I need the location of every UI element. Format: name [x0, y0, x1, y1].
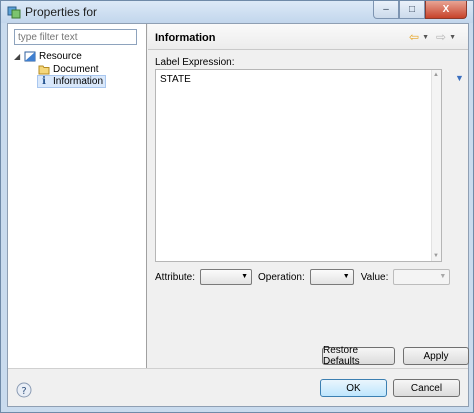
preference-tree-pane: ◢ Resource Document i Information [8, 24, 147, 368]
value-combo[interactable]: ▼ [393, 269, 451, 285]
property-page: Information ⇦ ▼ ⇨ ▼ Label Expression: ST… [148, 24, 469, 368]
svg-text:?: ? [21, 386, 26, 397]
tree-item-resource[interactable]: ◢ Resource [14, 50, 82, 63]
back-arrow-icon[interactable]: ⇦ [409, 31, 419, 43]
label-expression-value: STATE [160, 74, 191, 85]
cancel-button[interactable]: Cancel [393, 379, 460, 397]
attribute-filter-row: Attribute: ▼ Operation: ▼ Value: ▼ [155, 268, 451, 286]
minimize-button[interactable]: – [373, 1, 399, 19]
tree-item-information[interactable]: i Information [37, 75, 107, 88]
chevron-down-icon: ▼ [241, 273, 249, 280]
apply-button[interactable]: Apply [403, 347, 469, 365]
menu-dropdown-icon[interactable]: ▼ [455, 73, 464, 83]
attribute-combo[interactable]: ▼ [200, 269, 253, 285]
value-label: Value: [360, 271, 389, 283]
properties-app-icon [7, 6, 21, 19]
forward-arrow-icon[interactable]: ⇨ [436, 31, 446, 43]
title-bar[interactable]: Properties for – □ X [1, 1, 473, 23]
label-expression-label: Label Expression: [155, 57, 235, 68]
forward-dropdown-icon[interactable]: ▼ [449, 34, 456, 41]
close-button[interactable]: X [425, 1, 467, 19]
page-title: Information [155, 32, 216, 44]
button-bar-separator [8, 368, 468, 369]
expression-scrollbar[interactable]: ▲ ▼ [431, 70, 441, 261]
filter-input[interactable] [14, 29, 137, 45]
tree-item-label: Resource [39, 51, 82, 62]
scroll-down-icon[interactable]: ▼ [433, 253, 439, 259]
operation-label: Operation: [258, 271, 305, 283]
folder-icon [38, 65, 50, 75]
restore-defaults-button[interactable]: Restore Defaults [322, 345, 395, 367]
info-icon: i [42, 76, 46, 87]
chevron-down-icon: ▼ [342, 273, 350, 280]
scroll-up-icon[interactable]: ▲ [433, 72, 439, 78]
tree-item-label: Document [53, 64, 99, 75]
label-expression-textarea[interactable]: STATE ▲ ▼ [155, 69, 442, 262]
chevron-down-icon: ▼ [439, 273, 447, 280]
resource-icon [24, 51, 36, 62]
dialog-client-area: ◢ Resource Document i Information [7, 23, 469, 407]
attribute-label: Attribute: [155, 271, 196, 283]
operation-combo[interactable]: ▼ [309, 269, 354, 285]
ok-button[interactable]: OK [320, 379, 387, 397]
properties-dialog: Properties for – □ X ◢ Resource [0, 0, 474, 413]
tree-expand-icon[interactable]: ◢ [14, 52, 24, 61]
tree-item-label: Information [53, 76, 104, 87]
page-header: Information ⇦ ▼ ⇨ ▼ [148, 24, 468, 50]
window-title: Properties for [25, 5, 98, 19]
back-dropdown-icon[interactable]: ▼ [422, 34, 429, 41]
maximize-button[interactable]: □ [399, 1, 425, 19]
help-icon[interactable]: ? [16, 382, 32, 398]
